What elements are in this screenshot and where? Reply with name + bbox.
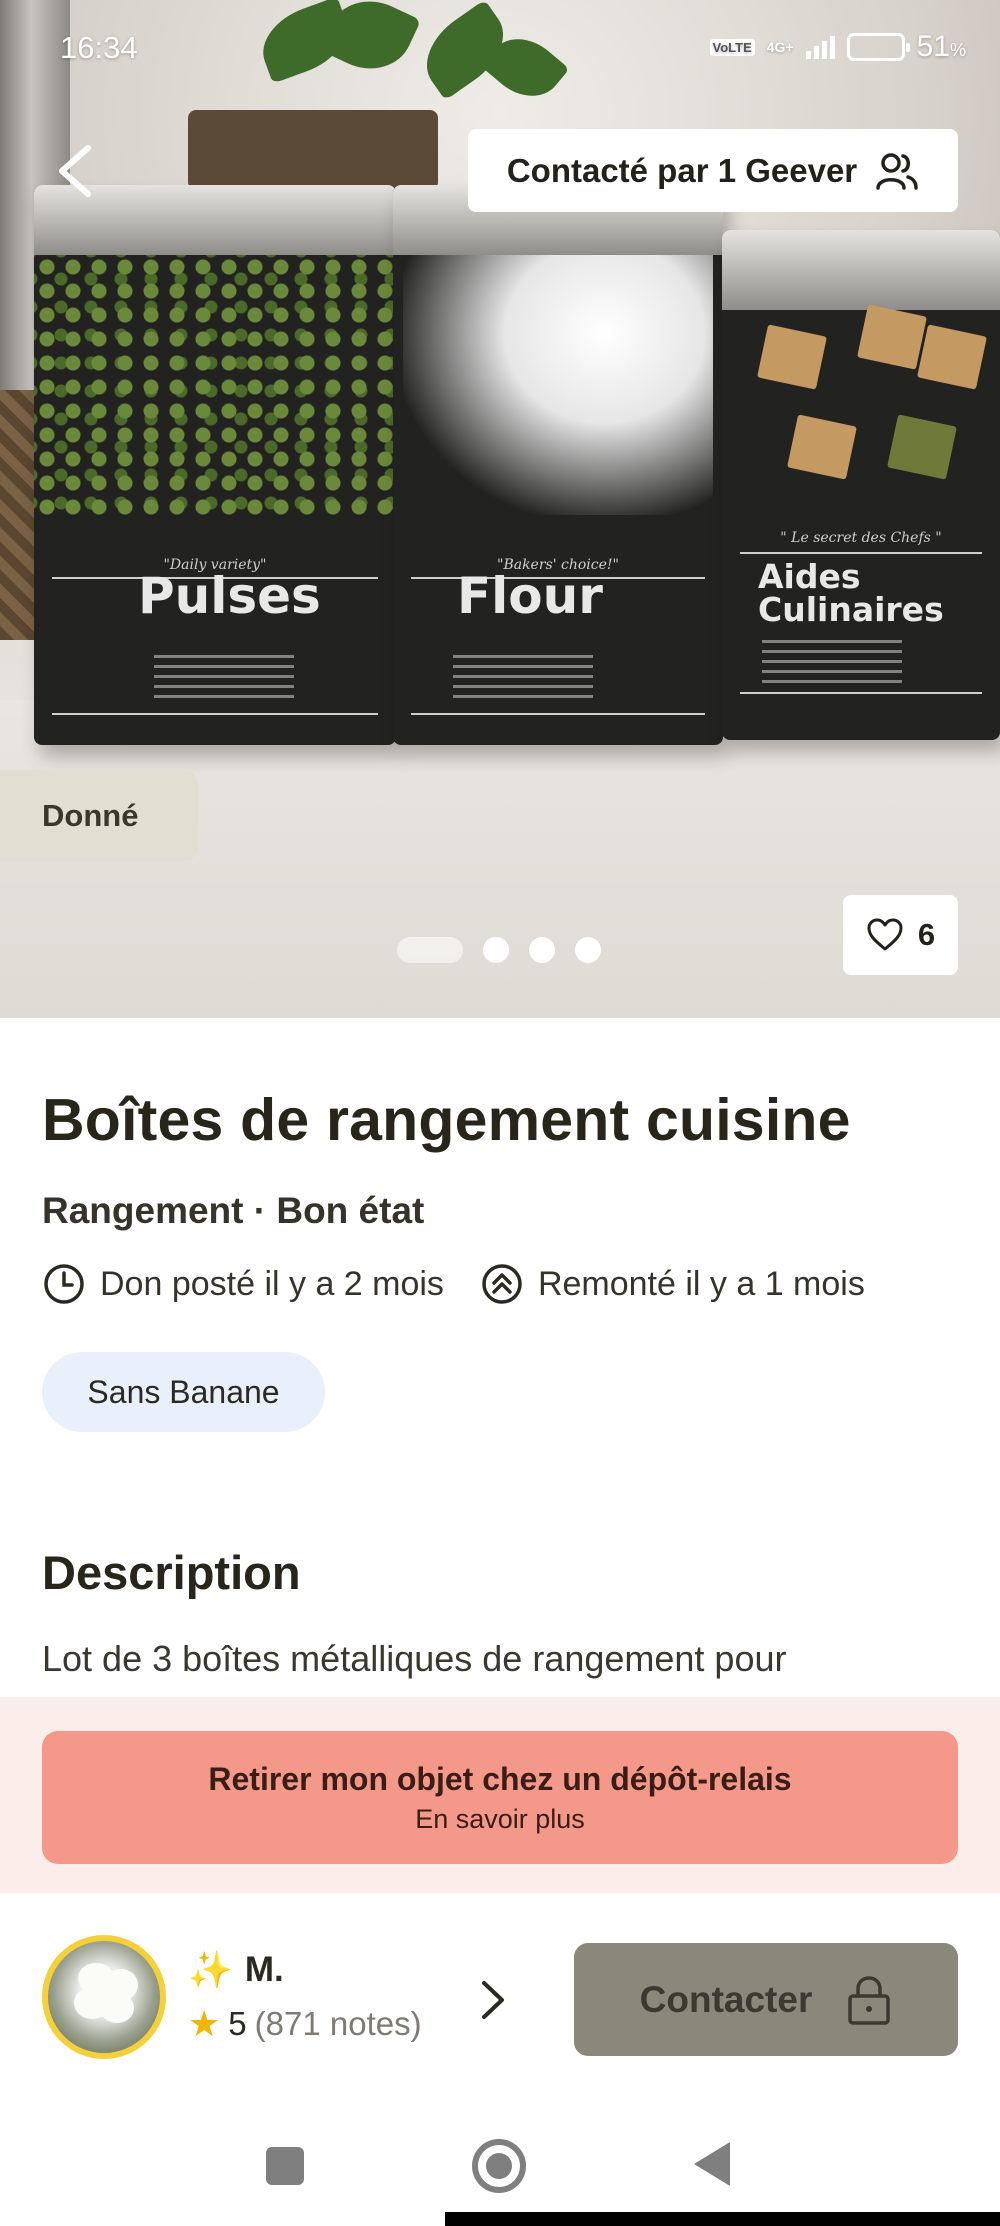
photo-pager[interactable] — [397, 937, 601, 963]
gesture-bar — [445, 2212, 1000, 2226]
avatar — [42, 1935, 166, 2059]
category-condition: Rangement · Bon état — [42, 1190, 425, 1231]
owner-rating: ★ 5 (871 notes) — [188, 2003, 422, 2045]
bumped-info: Remonté il y a 1 mois — [480, 1262, 865, 1306]
owner-profile-link[interactable]: ✨ M. ★ 5 (871 notes) — [42, 1935, 422, 2059]
pager-dot[interactable] — [575, 937, 601, 963]
contacted-label: Contacté par 1 Geever — [506, 151, 858, 189]
bumped-text: Remonté il y a 1 mois — [537, 1264, 865, 1303]
back-button[interactable] — [50, 142, 100, 200]
like-button[interactable]: 6 — [843, 895, 958, 975]
contact-label: Contacter — [639, 1978, 813, 2020]
users-icon — [876, 152, 918, 190]
relay-title: Retirer mon objet chez un dépôt-relais — [208, 1760, 792, 1797]
tin-flour: "Bakers' choice!" Flour — [393, 185, 723, 745]
tin-label: Pulses — [138, 567, 321, 625]
recents-button[interactable] — [266, 2147, 304, 2185]
owner-name: M. — [244, 1950, 284, 1989]
photo-pot — [188, 110, 438, 190]
tin-label: Flour — [457, 567, 603, 625]
relay-learn-more[interactable]: En savoir plus — [415, 1804, 585, 1835]
likes-count: 6 — [917, 917, 936, 952]
status-bar: 16:34 VoLTE 4G+ 51% — [0, 0, 1000, 100]
status-time: 16:34 — [60, 30, 138, 65]
description-text: Lot de 3 boîtes métalliques de rangement… — [42, 1638, 787, 1679]
system-back-button[interactable] — [694, 2142, 730, 2186]
owner-name-row: ✨ M. — [188, 1949, 422, 1991]
pager-dot[interactable] — [529, 937, 555, 963]
volte-icon: VoLTE — [709, 38, 755, 56]
posted-info: Don posté il y a 2 mois — [42, 1262, 444, 1306]
status-badge: Donné — [0, 770, 198, 861]
ratings-count: (871 notes) — [254, 2005, 422, 2042]
tin-aides-culinaires: " Le secret des Chefs " Aides Culinaires — [722, 230, 1000, 740]
chevron-right-icon[interactable] — [476, 1975, 508, 2025]
tin-tagline: " Le secret des Chefs " — [780, 530, 942, 546]
tag-chip[interactable]: Sans Banane — [42, 1352, 325, 1432]
lock-icon — [848, 1975, 891, 2025]
tin-pulses: "Daily variety" Pulses — [34, 185, 396, 745]
owner-info: ✨ M. ★ 5 (871 notes) — [188, 1949, 422, 2045]
signal-icon — [805, 35, 835, 59]
star-icon: ★ — [188, 2003, 221, 2044]
battery-icon — [846, 33, 910, 61]
heart-icon — [867, 918, 903, 951]
listing-timestamps: Don posté il y a 2 mois Remonté il y a 1… — [42, 1262, 865, 1306]
contacted-count-pill[interactable]: Contacté par 1 Geever — [468, 129, 958, 212]
description-heading: Description — [42, 1546, 301, 1599]
rating-value: 5 — [228, 2005, 247, 2042]
listing-title: Boîtes de rangement cuisine — [42, 1087, 851, 1153]
home-button[interactable] — [472, 2139, 526, 2193]
bump-up-icon — [482, 1264, 522, 1304]
pager-dot[interactable] — [397, 937, 463, 963]
network-type: 4G+ — [766, 39, 794, 55]
pager-dot[interactable] — [483, 937, 509, 963]
tin-label: Aides Culinaires — [758, 557, 944, 629]
contact-button[interactable]: Contacter — [574, 1943, 958, 2056]
battery-percent: 51% — [916, 30, 966, 63]
relay-pickup-button[interactable]: Retirer mon objet chez un dépôt-relais E… — [42, 1731, 958, 1864]
sparkle-icon: ✨ — [188, 1949, 233, 1990]
posted-text: Don posté il y a 2 mois — [100, 1264, 444, 1303]
status-icons: VoLTE 4G+ 51% — [709, 30, 966, 64]
clock-icon — [44, 1264, 84, 1304]
chevron-left-icon — [59, 145, 91, 197]
